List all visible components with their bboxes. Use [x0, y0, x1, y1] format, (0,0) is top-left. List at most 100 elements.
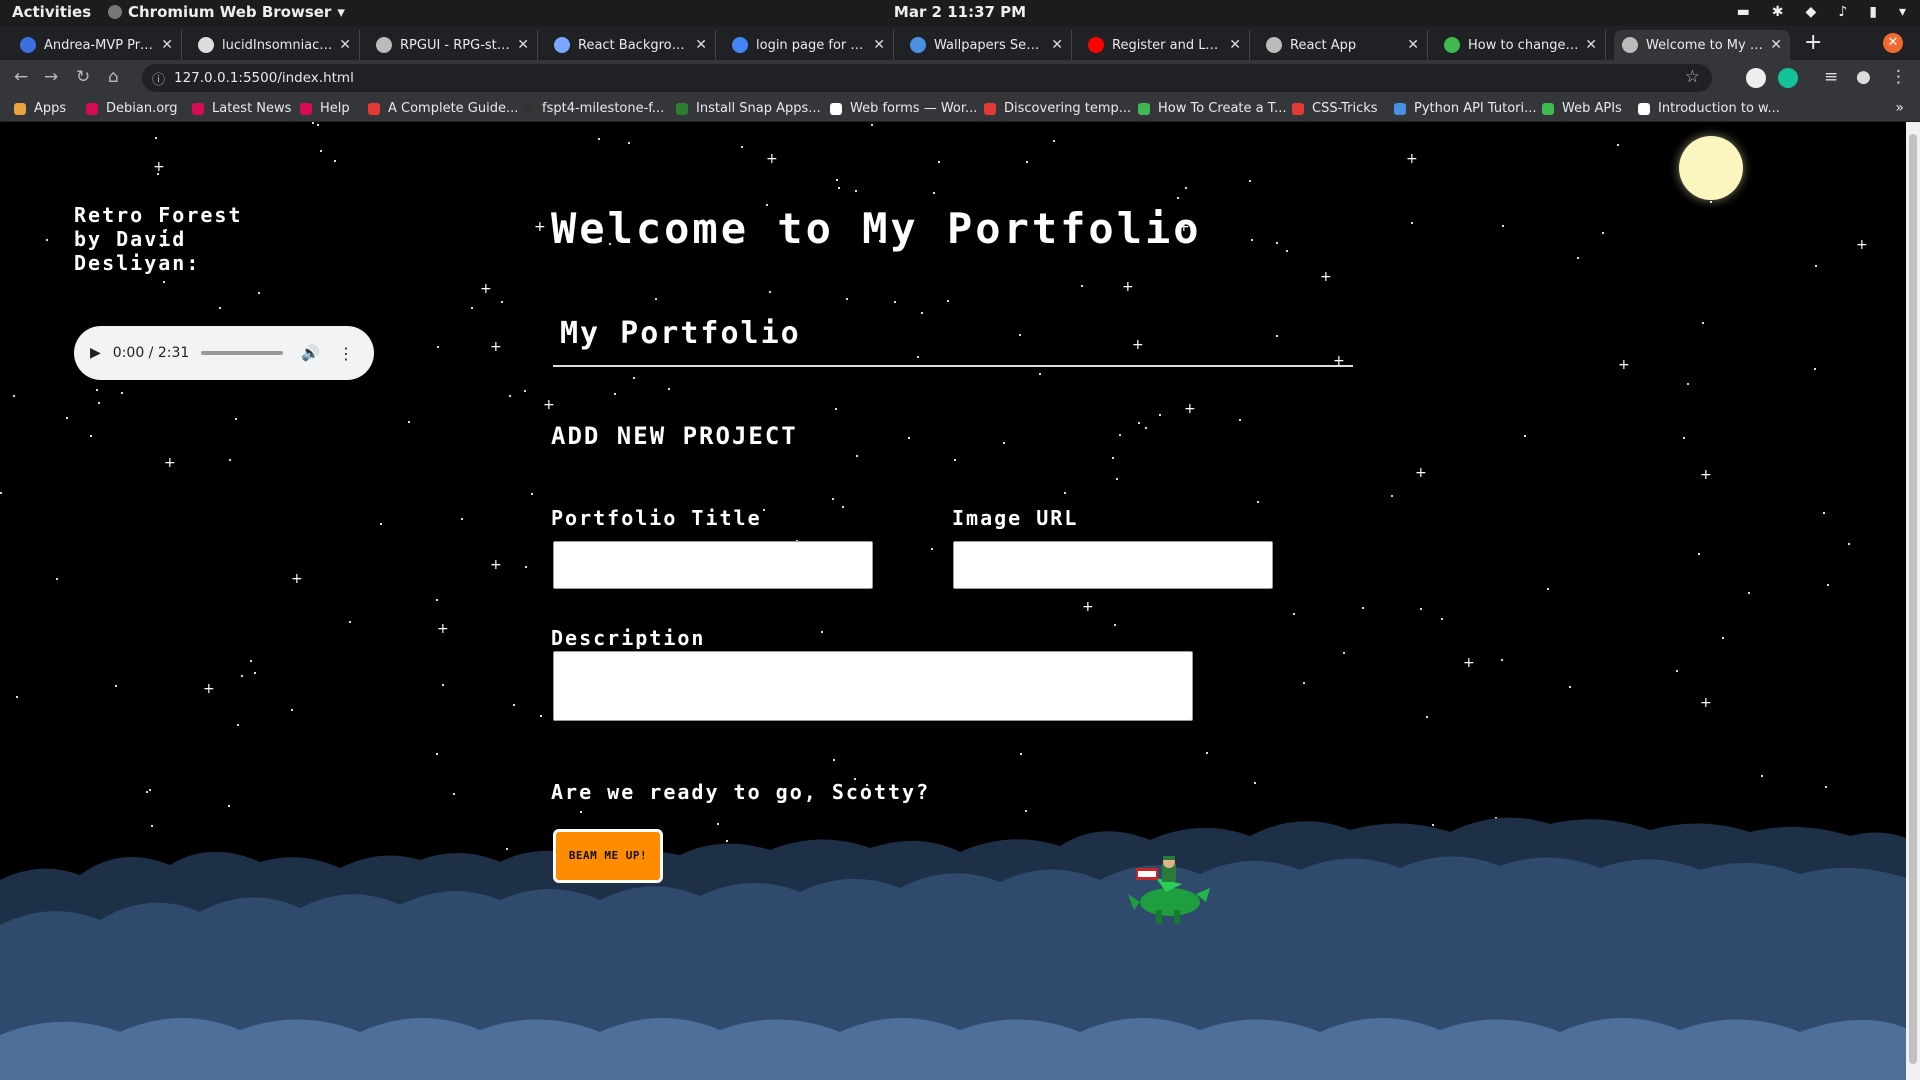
page-viewport: +++++++++++++++++++++++++++ Retro Forest… [0, 122, 1906, 1080]
slack-icon[interactable]: ✱ [1772, 4, 1784, 20]
star-dot [56, 578, 58, 580]
star-dot [229, 459, 231, 461]
beam-me-up-button[interactable]: BEAM ME UP! [553, 829, 663, 883]
star-dot [846, 298, 848, 300]
tab-8[interactable]: React App ✕ [1258, 30, 1428, 60]
bookmark-label: Apps [34, 101, 67, 116]
profile-icon[interactable]: ● [1856, 67, 1871, 87]
bookmark-item[interactable]: fspt4-milestone-f... [522, 101, 664, 116]
tab-5[interactable]: login page for pixel ✕ [724, 30, 894, 60]
star-dot [1426, 716, 1428, 718]
activities-button[interactable]: Activities [12, 3, 91, 21]
dragon-rider-sprite [1128, 856, 1210, 924]
tab-2[interactable]: lucidInsomniac/Co ✕ [190, 30, 360, 60]
snap-icon [676, 102, 688, 115]
close-icon[interactable]: ✕ [339, 37, 351, 53]
wifi-icon[interactable]: ◆ [1806, 4, 1817, 20]
star-dot [1420, 608, 1422, 610]
tab-9[interactable]: How to change the ✕ [1436, 30, 1606, 60]
close-icon[interactable]: ✕ [1585, 37, 1597, 53]
description-textarea[interactable] [553, 651, 1193, 721]
bookmark-item[interactable]: Web APIs [1542, 101, 1622, 116]
star-dot [1053, 140, 1055, 142]
window-switcher-icon[interactable]: ▬ [1737, 4, 1750, 20]
new-tab-plus-icon[interactable]: + [1804, 30, 1822, 55]
bookmark-item[interactable]: Help [300, 101, 350, 116]
bookmark-item[interactable]: Introduction to w... [1638, 101, 1780, 116]
chevron-down-icon[interactable]: ▾ [1899, 4, 1906, 20]
bookmark-apps[interactable]: Apps [14, 101, 66, 116]
star-dot [1391, 495, 1393, 497]
battery-icon[interactable]: ▮ [1869, 4, 1877, 20]
bookmark-item[interactable]: Debian.org [86, 101, 178, 116]
bookmark-item[interactable]: Discovering temp... [984, 101, 1131, 116]
bookmark-item[interactable]: Latest News [192, 101, 291, 116]
tab-7[interactable]: Register and Login ✕ [1080, 30, 1250, 60]
close-icon[interactable]: ✕ [695, 37, 707, 53]
volume-icon[interactable]: ♪ [1838, 4, 1847, 20]
app-menu[interactable]: Chromium Web Browser ▾ [108, 3, 345, 21]
more-bookmarks-icon[interactable]: » [1895, 100, 1904, 116]
star-dot [954, 459, 956, 461]
image-url-label: Image URL [952, 506, 1079, 530]
bookmark-item[interactable]: CSS-Tricks [1292, 101, 1378, 116]
bookmark-item[interactable]: A Complete Guide... [368, 101, 518, 116]
volume-icon[interactable]: 🔊 [301, 344, 320, 362]
tab-label: lucidInsomniac/Co [222, 37, 334, 53]
bookmark-item[interactable]: How To Create a T... [1138, 101, 1287, 116]
star-dot [1814, 368, 1816, 370]
star-dot [163, 281, 165, 283]
tab-label: Welcome to My Por [1646, 37, 1765, 53]
close-icon[interactable]: ✕ [873, 37, 885, 53]
star-dot [1112, 457, 1114, 459]
tab-10-active[interactable]: Welcome to My Por ✕ [1614, 30, 1790, 60]
tab-1[interactable]: Andrea-MVP Proj - I ✕ [12, 30, 182, 60]
close-window-icon[interactable]: ✕ [1883, 33, 1903, 53]
forward-arrow-icon[interactable]: → [44, 67, 58, 87]
star-dot [1602, 232, 1604, 234]
bookmark-item[interactable]: Install Snap Apps... [676, 101, 821, 116]
portfolio-title-input[interactable] [553, 541, 873, 589]
star-dot [1177, 197, 1179, 199]
audio-seek-slider[interactable] [201, 351, 284, 355]
star-dot [241, 675, 243, 677]
star-dot [437, 346, 439, 348]
star-dot [254, 672, 256, 674]
audio-player[interactable]: ▶ 0:00 / 2:31 🔊 ⋮ [74, 326, 374, 380]
star-dot [628, 142, 630, 144]
star-dot [1026, 161, 1028, 163]
close-icon[interactable]: ✕ [1051, 37, 1063, 53]
tab-4[interactable]: React Background I ✕ [546, 30, 716, 60]
image-url-input[interactable] [953, 541, 1273, 589]
scrollbar-thumb[interactable] [1909, 134, 1917, 1064]
close-icon[interactable]: ✕ [161, 37, 173, 53]
play-icon[interactable]: ▶ [90, 345, 101, 361]
bookmark-label: Discovering temp... [1004, 101, 1132, 116]
bookmark-item[interactable]: Web forms — Wor... [830, 101, 977, 116]
media-control-icon[interactable]: ≡ [1824, 67, 1838, 87]
star-dot [1249, 180, 1251, 182]
url-text[interactable]: 127.0.0.1:5500/index.html [174, 70, 354, 86]
system-tray[interactable]: ▬ ✱ ◆ ♪ ▮ ▾ [1737, 4, 1906, 20]
grammarly-icon[interactable] [1778, 68, 1798, 88]
star-dot [842, 506, 844, 508]
close-icon[interactable]: ✕ [1770, 37, 1782, 53]
back-arrow-icon[interactable]: ← [14, 67, 28, 87]
more-options-icon[interactable]: ⋮ [338, 344, 354, 363]
address-bar[interactable]: ⓘ 127.0.0.1:5500/index.html ☆ [142, 64, 1712, 92]
close-icon[interactable]: ✕ [1407, 37, 1419, 53]
site-info-icon[interactable]: ⓘ [152, 69, 165, 88]
tab-3[interactable]: RPGUI - RPG-style g ✕ [368, 30, 538, 60]
menu-kebab-icon[interactable]: ⋮ [1890, 67, 1907, 87]
bookmarks-bar: Apps Debian.org Latest News Help A Compl… [0, 96, 1920, 122]
bookmark-item[interactable]: Python API Tutori... [1394, 101, 1537, 116]
close-icon[interactable]: ✕ [517, 37, 529, 53]
star-dot [836, 179, 838, 181]
bookmark-star-icon[interactable]: ☆ [1685, 67, 1700, 87]
reload-icon[interactable]: ↻ [76, 67, 90, 87]
tab-6[interactable]: Wallpapers Search: ✕ [902, 30, 1072, 60]
page-scrollbar[interactable] [1906, 122, 1920, 1080]
home-icon[interactable]: ⌂ [108, 67, 119, 87]
extension-icon[interactable] [1746, 68, 1766, 88]
close-icon[interactable]: ✕ [1229, 37, 1241, 53]
